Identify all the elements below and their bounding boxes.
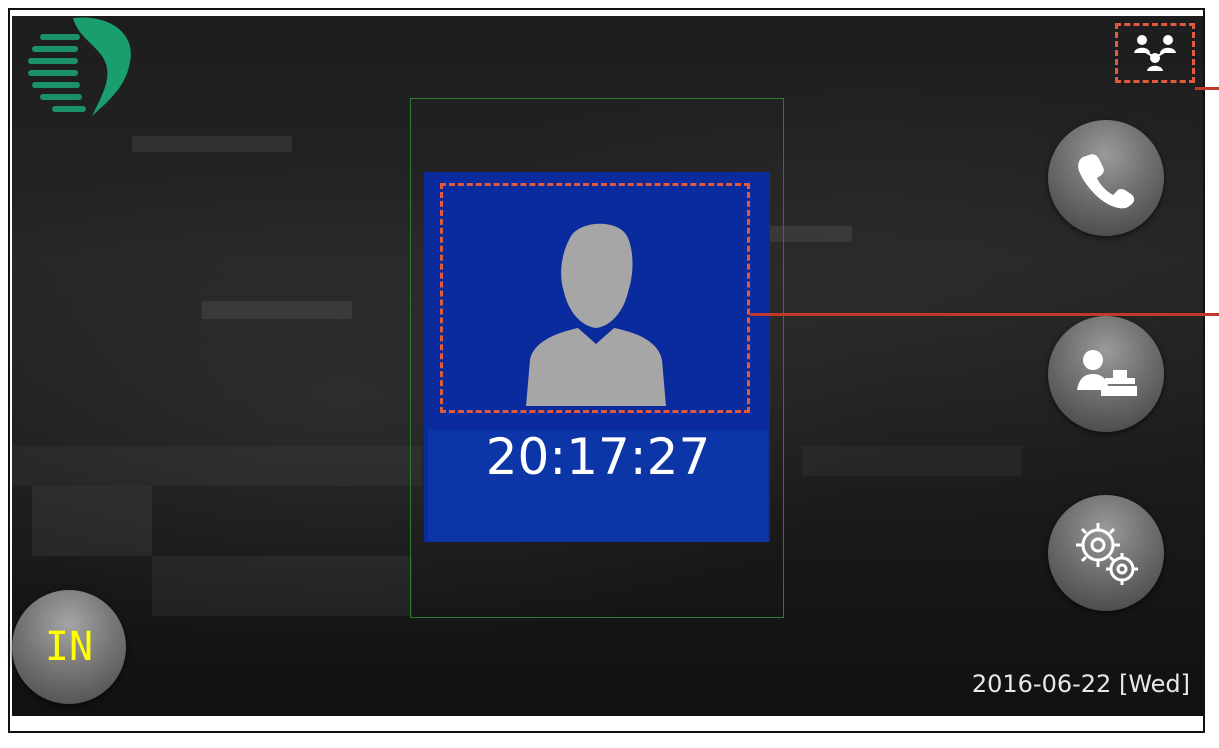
attendance-button[interactable]	[1048, 316, 1164, 432]
phone-icon	[1078, 154, 1135, 209]
monitor	[32, 486, 152, 556]
current-time: 20:17:27	[485, 428, 711, 486]
current-date: 2016-06-22 [Wed]	[971, 670, 1190, 698]
avatar-highlight-box	[440, 183, 750, 413]
settings-button[interactable]	[1048, 495, 1164, 611]
ceiling-light	[132, 136, 292, 152]
ceiling-light	[202, 301, 352, 319]
desk	[152, 556, 412, 616]
gears-icon	[1076, 523, 1138, 585]
user-desk-icon	[1077, 350, 1137, 396]
in-out-mode-button[interactable]: IN	[12, 590, 126, 704]
callout-line-avatar	[750, 313, 1219, 316]
call-button[interactable]	[1048, 120, 1164, 236]
callout-line-group	[1195, 87, 1219, 90]
office-partition	[12, 446, 422, 486]
office-partition	[802, 446, 1022, 476]
group-network-icon	[1134, 35, 1176, 71]
group-button[interactable]	[1115, 23, 1195, 83]
company-logo	[28, 17, 131, 116]
